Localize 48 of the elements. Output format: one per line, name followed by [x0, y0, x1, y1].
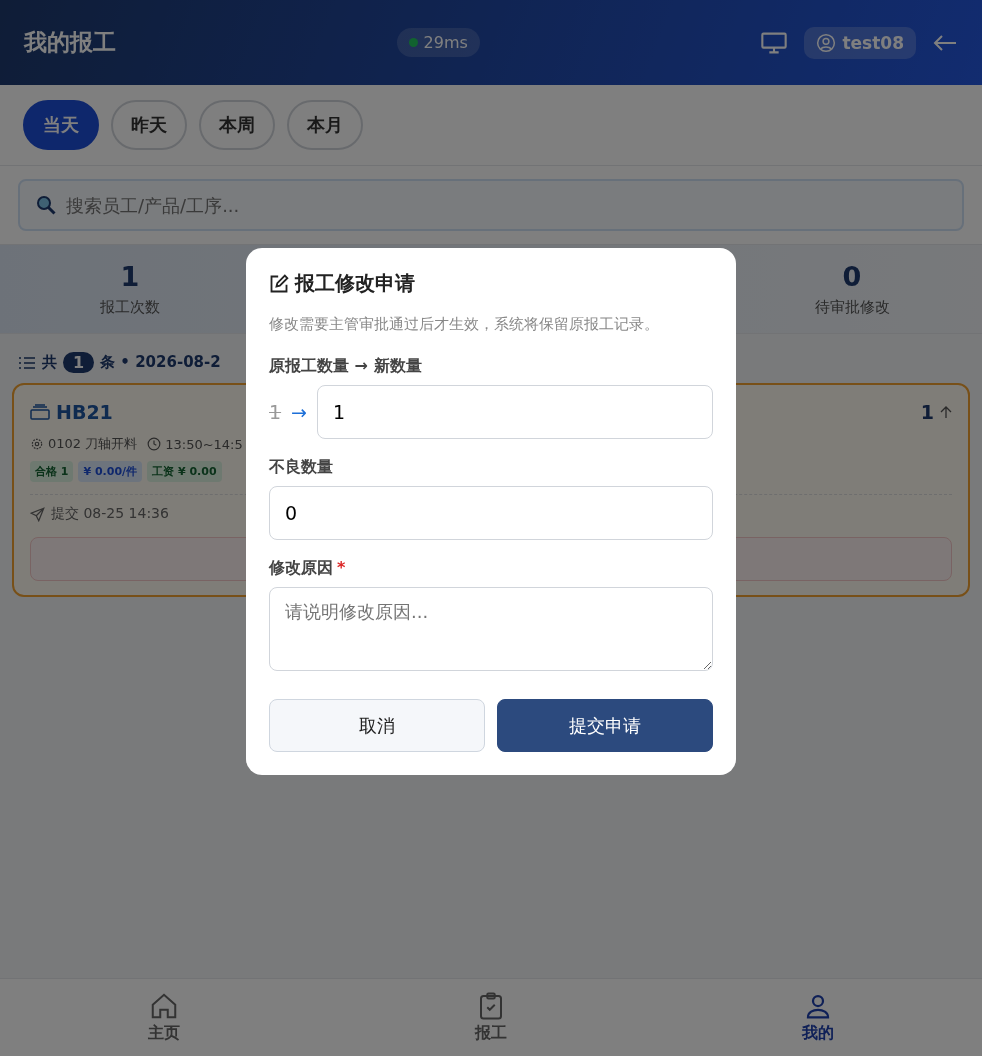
range-tab[interactable]: 当天 — [23, 100, 99, 150]
dialog-title: 报工修改申请 — [295, 270, 415, 297]
required-mark: * — [337, 558, 346, 577]
record-tag: 合格 1 — [30, 461, 74, 482]
old-quantity: 1 — [269, 401, 282, 423]
range-tab[interactable]: 昨天 — [111, 100, 187, 150]
field-label: 修改原因 — [269, 558, 333, 577]
clock-icon — [147, 437, 162, 451]
nav-item[interactable]: 我的 — [654, 979, 982, 1056]
stat-value: 0 — [842, 261, 862, 292]
status-dot-icon — [408, 38, 418, 47]
process-name: 0102 刀轴开料 — [48, 435, 138, 453]
page-title: 我的报工 — [24, 28, 116, 57]
back-arrow-icon[interactable] — [932, 32, 958, 53]
nav-item[interactable]: 报工 — [327, 979, 655, 1056]
send-icon — [30, 506, 45, 522]
monitor-icon[interactable] — [760, 30, 789, 55]
gear-icon — [30, 437, 44, 451]
submit-time: 提交 08-25 14:36 — [51, 505, 169, 523]
stat-value: 1 — [120, 261, 140, 292]
range-tab[interactable]: 本月 — [287, 100, 363, 150]
stat-label: 报工次数 — [100, 298, 160, 317]
product-name: HB21 — [56, 401, 113, 423]
new-quantity-input[interactable]: 1 — [317, 385, 713, 439]
stat-label: 待审批修改 — [814, 298, 890, 317]
search-field[interactable]: 搜索员工/产品/工序... — [18, 179, 964, 231]
list-count-prefix: 共 — [42, 353, 57, 372]
nav-item[interactable]: 主页 — [0, 979, 328, 1056]
submit-button[interactable]: 提交申请 — [497, 699, 713, 752]
user-circle-icon — [816, 32, 837, 53]
cancel-button[interactable]: 取消 — [269, 699, 485, 752]
edit-icon — [269, 273, 289, 294]
list-count-suffix: 条 • 2026-08-2 — [100, 353, 221, 372]
time-range: 13:50~14:5 — [165, 436, 243, 452]
box-icon — [30, 404, 50, 420]
count-badge: 1 — [63, 352, 95, 373]
record-tag: ¥ 0.00/件 — [78, 461, 143, 482]
field-label: 原报工数量 → 新数量 — [269, 356, 423, 377]
quantity-value: 1 — [920, 401, 934, 423]
reason-input[interactable]: 请说明修改原因... — [269, 587, 713, 671]
up-arrow-icon — [940, 405, 952, 419]
dialog-description: 修改需要主管审批通过后才生效，系统将保留原报工记录。 — [269, 314, 660, 335]
defect-quantity-input[interactable]: 0 — [269, 486, 713, 540]
record-tag: 工资 ¥ 0.00 — [147, 461, 222, 482]
arrow-text: → — [291, 401, 307, 423]
field-label: 不良数量 — [269, 457, 334, 478]
range-tab[interactable]: 本周 — [199, 100, 275, 150]
list-icon — [18, 355, 36, 370]
